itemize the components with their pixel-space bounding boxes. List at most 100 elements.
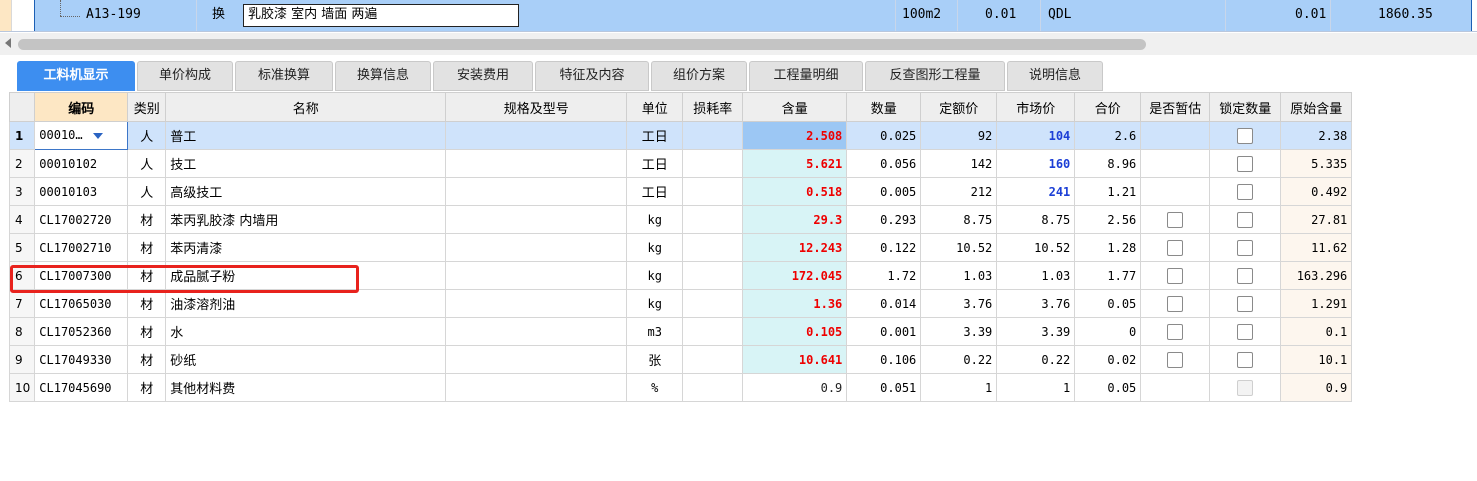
header-qty[interactable]: 数量 bbox=[846, 92, 922, 122]
unit-cell[interactable]: 工日 bbox=[626, 121, 684, 150]
name-cell[interactable]: 普工 bbox=[165, 121, 447, 150]
loss-cell[interactable] bbox=[682, 373, 744, 402]
total-cell[interactable]: 0.02 bbox=[1074, 345, 1142, 374]
total-cell[interactable]: 2.6 bbox=[1074, 121, 1142, 150]
tab-quantity-detail[interactable]: 工程量明细 bbox=[749, 61, 863, 91]
market-cell[interactable]: 3.39 bbox=[996, 317, 1076, 346]
content-cell[interactable]: 10.641 bbox=[742, 345, 848, 374]
market-cell[interactable]: 1 bbox=[996, 373, 1076, 402]
tab-features[interactable]: 特征及内容 bbox=[535, 61, 649, 91]
code-cell[interactable]: CL17049330 bbox=[34, 345, 129, 374]
type-cell[interactable]: 材 bbox=[127, 345, 167, 374]
lock-cell[interactable] bbox=[1209, 233, 1282, 262]
name-cell[interactable]: 高级技工 bbox=[165, 177, 447, 206]
code-cell[interactable]: 00010103 bbox=[34, 177, 129, 206]
orig-cell[interactable]: 163.296 bbox=[1280, 261, 1353, 290]
name-cell[interactable]: 苯丙乳胶漆 内墙用 bbox=[165, 205, 447, 234]
lock-checkbox[interactable] bbox=[1237, 295, 1254, 312]
quota-cell[interactable]: 92 bbox=[920, 121, 998, 150]
qty-cell[interactable]: 0.056 bbox=[846, 149, 922, 178]
content-cell[interactable]: 0.9 bbox=[742, 373, 848, 402]
estimate-checkbox[interactable] bbox=[1167, 267, 1184, 284]
qty-cell[interactable]: 0.106 bbox=[846, 345, 922, 374]
name-cell[interactable]: 苯丙清漆 bbox=[165, 233, 447, 262]
type-cell[interactable]: 材 bbox=[127, 233, 167, 262]
header-quota[interactable]: 定额价 bbox=[920, 92, 998, 122]
type-cell[interactable]: 材 bbox=[127, 317, 167, 346]
header-unit[interactable]: 单位 bbox=[626, 92, 684, 122]
unit-cell[interactable]: kg bbox=[626, 233, 684, 262]
header-code[interactable]: 编码 bbox=[34, 92, 129, 122]
spec-cell[interactable] bbox=[445, 205, 628, 234]
content-cell[interactable]: 2.508 bbox=[742, 121, 848, 150]
type-cell[interactable]: 材 bbox=[127, 373, 167, 402]
lock-checkbox[interactable] bbox=[1237, 323, 1254, 340]
unit-cell[interactable]: % bbox=[626, 373, 684, 402]
total-cell[interactable]: 0 bbox=[1074, 317, 1142, 346]
lock-checkbox[interactable] bbox=[1237, 155, 1254, 172]
lock-cell[interactable] bbox=[1209, 261, 1282, 290]
lock-cell[interactable] bbox=[1209, 345, 1282, 374]
estimate-cell[interactable] bbox=[1140, 233, 1211, 262]
lock-checkbox[interactable] bbox=[1237, 351, 1254, 368]
type-cell[interactable]: 人 bbox=[127, 149, 167, 178]
loss-cell[interactable] bbox=[682, 177, 744, 206]
spec-cell[interactable] bbox=[445, 177, 628, 206]
estimate-cell[interactable] bbox=[1140, 317, 1211, 346]
name-cell[interactable]: 水 bbox=[165, 317, 447, 346]
lock-cell[interactable] bbox=[1209, 149, 1282, 178]
horizontal-scrollbar[interactable] bbox=[0, 33, 1477, 55]
loss-cell[interactable] bbox=[682, 149, 744, 178]
quota-cell[interactable]: 10.52 bbox=[920, 233, 998, 262]
content-cell[interactable]: 172.045 bbox=[742, 261, 848, 290]
table-row[interactable]: 2 00010102 人 技工 工日 5.621 0.056 142 160 8… bbox=[8, 149, 1353, 178]
name-cell[interactable]: 油漆溶剂油 bbox=[165, 289, 447, 318]
market-cell[interactable]: 8.75 bbox=[996, 205, 1076, 234]
header-spec[interactable]: 规格及型号 bbox=[445, 92, 628, 122]
name-cell[interactable]: 砂纸 bbox=[165, 345, 447, 374]
total-cell[interactable]: 1.77 bbox=[1074, 261, 1142, 290]
orig-cell[interactable]: 27.81 bbox=[1280, 205, 1353, 234]
parent-item-row[interactable]: A13-199 换 乳胶漆 室内 墙面 两遍 100m2 0.01 QDL 0.… bbox=[0, 0, 1477, 32]
code-cell[interactable]: 00010102 bbox=[34, 149, 129, 178]
loss-cell[interactable] bbox=[682, 317, 744, 346]
unit-cell[interactable]: 张 bbox=[626, 345, 684, 374]
header-orig[interactable]: 原始含量 bbox=[1280, 92, 1353, 122]
header-loss[interactable]: 损耗率 bbox=[682, 92, 744, 122]
orig-cell[interactable]: 10.1 bbox=[1280, 345, 1353, 374]
spec-cell[interactable] bbox=[445, 121, 628, 150]
estimate-checkbox[interactable] bbox=[1167, 211, 1184, 228]
quota-cell[interactable]: 142 bbox=[920, 149, 998, 178]
content-cell[interactable]: 1.36 bbox=[742, 289, 848, 318]
loss-cell[interactable] bbox=[682, 233, 744, 262]
qty-cell[interactable]: 0.001 bbox=[846, 317, 922, 346]
table-row[interactable]: 1 00010… 人 普工 工日 2.508 0.025 92 104 2.6 … bbox=[8, 121, 1353, 150]
type-cell[interactable]: 人 bbox=[127, 177, 167, 206]
header-total[interactable]: 合价 bbox=[1074, 92, 1142, 122]
market-cell[interactable]: 3.76 bbox=[996, 289, 1076, 318]
type-cell[interactable]: 材 bbox=[127, 205, 167, 234]
orig-cell[interactable]: 1.291 bbox=[1280, 289, 1353, 318]
spec-cell[interactable] bbox=[445, 317, 628, 346]
loss-cell[interactable] bbox=[682, 345, 744, 374]
content-cell[interactable]: 12.243 bbox=[742, 233, 848, 262]
name-cell[interactable]: 技工 bbox=[165, 149, 447, 178]
market-cell[interactable]: 241 bbox=[996, 177, 1076, 206]
estimate-checkbox[interactable] bbox=[1167, 239, 1184, 256]
orig-cell[interactable]: 5.335 bbox=[1280, 149, 1353, 178]
tab-labor-material[interactable]: 工料机显示 bbox=[17, 61, 135, 91]
loss-cell[interactable] bbox=[682, 289, 744, 318]
type-cell[interactable]: 人 bbox=[127, 121, 167, 150]
scrollbar-thumb[interactable] bbox=[18, 39, 1146, 50]
lock-cell[interactable] bbox=[1209, 205, 1282, 234]
unit-cell[interactable]: 工日 bbox=[626, 177, 684, 206]
spec-cell[interactable] bbox=[445, 345, 628, 374]
orig-cell[interactable]: 11.62 bbox=[1280, 233, 1353, 262]
loss-cell[interactable] bbox=[682, 205, 744, 234]
market-cell[interactable]: 160 bbox=[996, 149, 1076, 178]
total-cell[interactable]: 0.05 bbox=[1074, 289, 1142, 318]
header-content[interactable]: 含量 bbox=[742, 92, 848, 122]
lock-checkbox[interactable] bbox=[1237, 127, 1254, 144]
total-cell[interactable]: 0.05 bbox=[1074, 373, 1142, 402]
content-cell[interactable]: 0.105 bbox=[742, 317, 848, 346]
